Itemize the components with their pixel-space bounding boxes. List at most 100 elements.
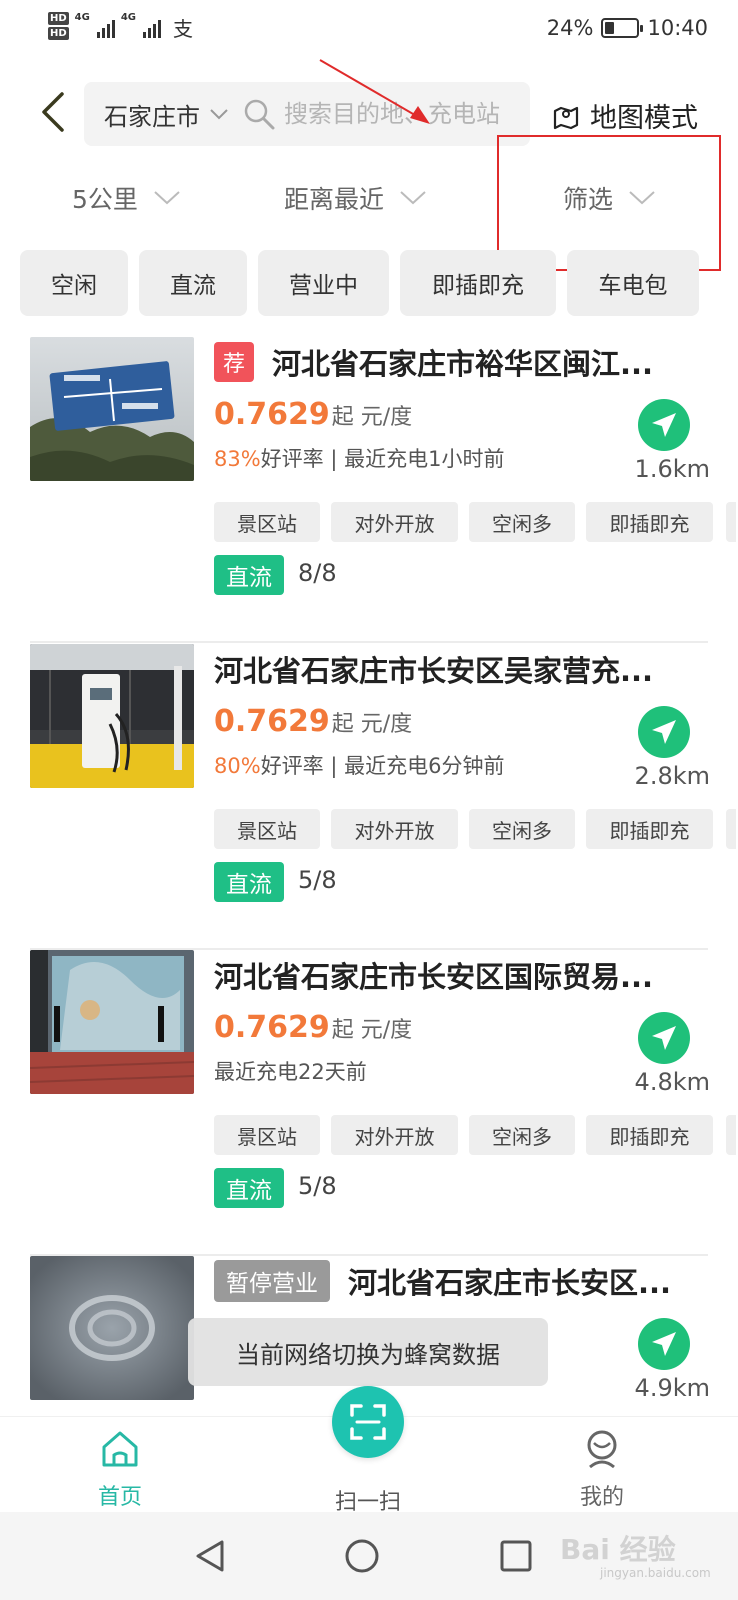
placeholder-photo (30, 1256, 194, 1400)
price-unit: 起 元/度 (331, 1018, 413, 1043)
station-card[interactable]: 荐 河北省石家庄市裕华区闽江... 0.7629 起 元/度 83%好评率 | … (30, 337, 736, 643)
tag-overflow (726, 809, 736, 849)
search-icon (244, 99, 275, 130)
tag-plug-and-charge: 即插即充 (586, 1115, 713, 1155)
tag-public: 对外开放 (331, 809, 458, 849)
tag-many-idle: 空闲多 (469, 809, 575, 849)
price: 0.7629 (214, 704, 330, 739)
chip-plug-and-charge[interactable]: 即插即充 (400, 250, 556, 316)
network-type-1: 4G (74, 12, 90, 23)
station-meta: 83%好评率 | 最近充电1小时前 (214, 443, 504, 473)
tab-home[interactable]: 首页 (60, 1427, 180, 1511)
price-row: 0.7629 起 元/度 (214, 704, 412, 739)
network-type-2: 4G (120, 12, 137, 23)
station-meta: 最近充电22天前 (214, 1060, 367, 1084)
station-title: 河北省石家庄市长安区吴家营充... (214, 654, 654, 688)
chevron-left-icon (42, 92, 64, 132)
station-tags: 景区站 对外开放 空闲多 即插即充 (214, 1115, 736, 1155)
chevron-down-icon[interactable] (208, 103, 230, 125)
navigation-arrow-icon (652, 1332, 676, 1356)
search-bar[interactable]: 石家庄市 搜索目的地、充电站 (84, 82, 530, 146)
network-toast: 当前网络切换为蜂窝数据 (188, 1318, 548, 1386)
navigate-button[interactable] (638, 399, 690, 451)
rating-percent: 80% (214, 754, 261, 778)
station-title: 河北省石家庄市长安区... (348, 1266, 672, 1300)
dc-badge: 直流 (214, 555, 284, 595)
chevron-down-icon (154, 191, 180, 205)
station-title: 河北省石家庄市长安区国际贸易... (214, 960, 654, 994)
price-row: 0.7629 起 元/度 (214, 1010, 412, 1045)
tag-overflow (726, 1115, 736, 1155)
price-unit: 起 元/度 (331, 712, 413, 737)
scan-button[interactable] (332, 1386, 404, 1458)
station-photo (30, 1256, 194, 1400)
rating-text: 好评率 | 最近充电1小时前 (260, 447, 505, 471)
tag-scenic: 景区站 (214, 809, 320, 849)
station-title-row: 河北省石家庄市长安区国际贸易... (214, 954, 708, 996)
rating-text: 好评率 | 最近充电6分钟前 (260, 754, 505, 778)
station-card[interactable]: 河北省石家庄市长安区国际贸易... 0.7629 起 元/度 最近充电22天前 … (30, 950, 736, 1256)
home-icon (102, 1431, 138, 1467)
tab-mine-label: 我的 (579, 1485, 624, 1510)
alipay-icon: 支 (173, 16, 194, 41)
back-triangle-icon[interactable] (190, 1536, 230, 1576)
chip-battery-package[interactable]: 车电包 (567, 250, 699, 316)
navigate-button[interactable] (638, 706, 690, 758)
recents-square-icon[interactable] (496, 1536, 536, 1576)
dc-badge: 直流 (214, 1168, 284, 1208)
distance: 1.6km (634, 455, 710, 483)
navigation-arrow-icon (652, 720, 676, 744)
tag-public: 对外开放 (331, 502, 458, 542)
chevron-down-icon (400, 191, 426, 205)
tag-plug-and-charge: 即插即充 (586, 502, 713, 542)
tag-many-idle: 空闲多 (469, 502, 575, 542)
divider (30, 641, 708, 643)
recommended-badge: 荐 (214, 342, 254, 382)
status-bar-left: HD HD 4G 4G 支 (48, 12, 193, 42)
navigate-button[interactable] (638, 1318, 690, 1370)
station-title-row: 荐 河北省石家庄市裕华区闽江... (214, 341, 708, 383)
chip-open[interactable]: 营业中 (258, 250, 389, 316)
chip-dc[interactable]: 直流 (139, 250, 247, 316)
search-input[interactable]: 搜索目的地、充电站 (284, 99, 504, 129)
status-bar-right: 24% 10:40 (547, 16, 708, 40)
station-card[interactable]: 河北省石家庄市长安区吴家营充... 0.7629 起 元/度 80%好评率 | … (30, 644, 736, 950)
scan-icon (350, 1404, 386, 1440)
dc-badge: 直流 (214, 862, 284, 902)
watermark: Bai 经验 (560, 1533, 676, 1566)
home-circle-icon[interactable] (342, 1536, 382, 1576)
map-pin-icon (553, 106, 579, 129)
station-photo (30, 644, 194, 788)
available-ports: 5/8 (298, 866, 337, 894)
rating-percent: 83% (214, 447, 261, 471)
distance: 2.8km (634, 762, 710, 790)
tab-mine[interactable]: 我的 (542, 1427, 662, 1511)
battery-percent: 24% (546, 16, 594, 40)
station-photo (30, 337, 194, 481)
tag-public: 对外开放 (331, 1115, 458, 1155)
map-mode-button[interactable]: 地图模式 (552, 96, 698, 135)
closed-badge: 暂停营业 (214, 1260, 330, 1302)
back-button[interactable] (36, 90, 76, 134)
chip-idle[interactable]: 空闲 (20, 250, 128, 316)
price: 0.7629 (214, 1010, 330, 1045)
navigate-button[interactable] (638, 1012, 690, 1064)
sort-filter[interactable]: 距离最近 (284, 176, 428, 220)
map-mode-label: 地图模式 (590, 103, 698, 134)
station-title-row: 暂停营业 河北省石家庄市长安区... (214, 1260, 708, 1302)
distance-filter[interactable]: 5公里 (72, 176, 182, 220)
tag-scenic: 景区站 (214, 1115, 320, 1155)
station-title-row: 河北省石家庄市长安区吴家营充... (214, 648, 708, 690)
city-selector[interactable]: 石家庄市 (104, 97, 200, 132)
station-photo (30, 950, 194, 1094)
available-ports: 8/8 (298, 559, 337, 587)
signal-icon (96, 16, 115, 38)
charging-station-list-screen: { "status_bar": { "hd1": "HD", "hd2": "H… (0, 0, 738, 1600)
tag-many-idle: 空闲多 (469, 1115, 575, 1155)
price: 0.7629 (214, 397, 330, 432)
road-sign-photo (30, 337, 194, 481)
distance: 4.8km (634, 1068, 710, 1096)
tag-scenic: 景区站 (214, 502, 320, 542)
station-tags: 景区站 对外开放 空闲多 即插即充 (214, 809, 736, 849)
tab-home-label: 首页 (97, 1485, 142, 1510)
